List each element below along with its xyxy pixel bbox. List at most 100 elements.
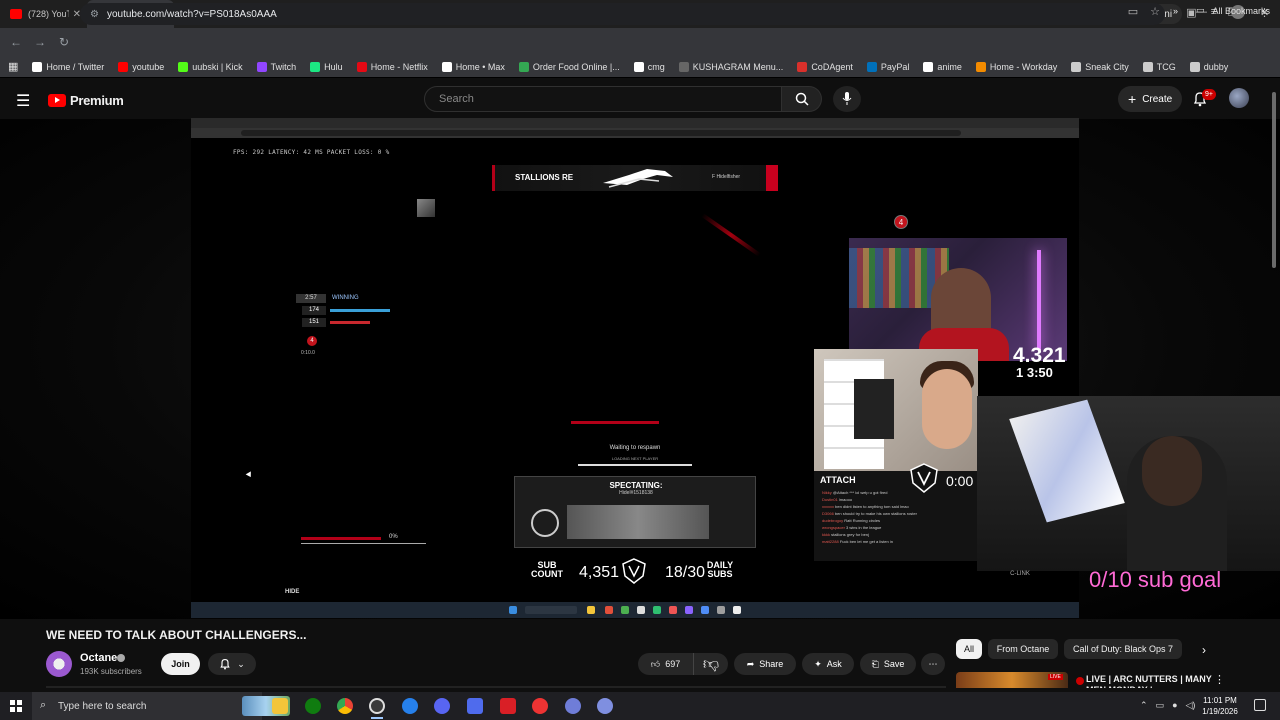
apps-grid-icon[interactable]: ▦ — [8, 60, 18, 73]
fps-readout: FPS: 292 LATENCY: 42 MS PACKET LOSS: 0 % — [233, 149, 390, 156]
all-bookmarks-link[interactable]: All Bookmarks — [1212, 6, 1270, 16]
subscription-bell-button[interactable]: ⌄ — [208, 653, 256, 675]
like-button[interactable]: 👍︎ 697 — [638, 653, 694, 675]
taskbar-search-input[interactable]: ⌕ Type here to search — [32, 692, 290, 720]
chip-black-ops-7[interactable]: Call of Duty: Black Ops 7 — [1064, 639, 1182, 659]
horizontal-scrollbar[interactable] — [46, 686, 946, 688]
sub-count-label: SUB COUNT — [531, 560, 563, 579]
network-icon[interactable]: ▭ — [1156, 700, 1165, 711]
channel-name[interactable]: Octane — [80, 652, 117, 664]
voice-search-button[interactable] — [833, 86, 861, 112]
search-input[interactable]: Search — [424, 86, 782, 112]
discord-icon[interactable] — [434, 698, 450, 714]
chat-line: matt2288 Fuck ben let me get a listen in — [822, 538, 974, 545]
account-avatar[interactable] — [1229, 88, 1249, 108]
bookmark-item[interactable]: Order Food Online |... — [518, 61, 620, 72]
bookmark-item[interactable]: Home / Twitter — [32, 61, 104, 72]
gamepad-app-icon[interactable] — [467, 698, 483, 714]
more-actions-button[interactable]: ⋯ — [921, 653, 945, 675]
bookmark-item[interactable]: uubski | Kick — [178, 61, 243, 72]
score-red-bar — [330, 321, 370, 324]
cast-icon[interactable]: ▭ — [1128, 5, 1138, 18]
mic-tray-icon[interactable]: ● — [1172, 700, 1177, 711]
bookmark-favicon-icon — [866, 61, 877, 72]
share-button[interactable]: ➦ Share — [734, 653, 796, 675]
thumbs-up-icon: 👍︎ — [650, 658, 661, 669]
page-scrollbar[interactable] — [1272, 92, 1276, 268]
clock-time: 11:01 PM — [1203, 696, 1237, 705]
chrome-icon[interactable] — [337, 698, 353, 714]
search-button[interactable] — [782, 86, 822, 112]
bookmark-item[interactable]: cmg — [633, 61, 665, 72]
chip-all[interactable]: All — [956, 639, 982, 659]
ask-button[interactable]: ✦ Ask — [802, 653, 854, 675]
bookmark-star-icon[interactable]: ☆ — [1150, 5, 1160, 18]
chevron-right-icon[interactable]: › — [1202, 643, 1206, 657]
bookmark-item[interactable]: Home - Workday — [975, 61, 1057, 72]
app-icon-9[interactable] — [565, 698, 581, 714]
sparkle-icon: ✦ — [814, 658, 822, 669]
hide-label: HIDE — [285, 589, 300, 595]
adobe-icon[interactable] — [500, 698, 516, 714]
reload-icon[interactable]: ↻ — [52, 35, 76, 49]
file-explorer-icon[interactable] — [272, 698, 288, 714]
bookmark-item[interactable]: Twitch — [256, 61, 296, 72]
obs-icon[interactable] — [369, 698, 385, 714]
app-icon-10[interactable] — [597, 698, 613, 714]
team-name: STALLIONS RE — [515, 173, 574, 182]
back-icon[interactable]: ← — [4, 35, 28, 49]
bookmark-item[interactable]: PayPal — [866, 61, 909, 72]
bookmarks-overflow-icon[interactable]: » — [1173, 6, 1178, 16]
bookmark-item[interactable]: Hulu — [310, 61, 343, 72]
dislike-button[interactable]: 👎︎ — [694, 653, 728, 675]
media-player-icon[interactable] — [532, 698, 548, 714]
save-button[interactable]: ⎗ Save — [860, 653, 916, 675]
forward-icon[interactable]: → — [28, 35, 52, 49]
respawn-subtext: LOADING NEXT PLAYER — [611, 456, 659, 461]
bookmark-favicon-icon — [633, 61, 644, 72]
bookmark-item[interactable]: CoDAgent — [797, 61, 853, 72]
bookmark-label: Home • Max — [455, 61, 505, 72]
bookmark-favicon-icon — [1071, 61, 1082, 72]
bookmark-item[interactable]: TCG — [1142, 61, 1176, 72]
chip-from-octane[interactable]: From Octane — [988, 639, 1058, 659]
bookmark-favicon-icon — [1142, 61, 1153, 72]
chat-text: ben didnt listen to anything tom said lm… — [835, 504, 909, 509]
ask-label: Ask — [826, 659, 842, 669]
bookmark-favicon-icon — [310, 61, 321, 72]
bookmark-item[interactable]: anime — [923, 61, 962, 72]
recommended-more-icon[interactable]: ⋮ — [1214, 673, 1225, 686]
browser-tab[interactable]: (728) YouTube✕ — [0, 0, 87, 28]
tray-chevron-icon[interactable]: ⌃ — [1140, 700, 1148, 711]
recommended-title[interactable]: LIVE | ARC NUTTERS | MANY MEN MONDAY | — [1076, 674, 1216, 688]
channel-avatar[interactable] — [46, 651, 72, 677]
youtube-play-icon — [48, 94, 66, 107]
webcam-streamer-1 — [849, 238, 1067, 361]
daily-subs-label: DAILY SUBS — [706, 560, 734, 579]
bookmark-item[interactable]: Sneak City — [1071, 61, 1129, 72]
xbox-icon[interactable] — [305, 698, 321, 714]
tab-title: (728) YouTube — [28, 9, 69, 19]
join-button[interactable]: Join — [161, 653, 200, 675]
url-field[interactable]: ⚙ youtube.com/watch?v=PS018As0AAA — [80, 3, 1165, 25]
objective-clock: 0:10.0 — [301, 350, 315, 356]
windows-start-icon[interactable] — [10, 700, 22, 712]
bookmark-item[interactable]: KUSHAGRAM Menu... — [678, 61, 783, 72]
bookmark-item[interactable]: Home • Max — [441, 61, 505, 72]
create-button[interactable]: + Create — [1118, 86, 1183, 112]
bookmark-label: Hulu — [324, 61, 343, 72]
site-info-icon[interactable]: ⚙ — [90, 9, 99, 20]
chat-text: 3 wins in the league — [846, 525, 882, 530]
chat-text: Ratt Running circles — [844, 518, 881, 523]
bookmark-item[interactable]: youtube — [118, 61, 164, 72]
bookmark-item[interactable]: dubby — [1189, 61, 1228, 72]
hamburger-menu-icon[interactable]: ☰ — [16, 91, 30, 111]
notification-center-icon[interactable] — [1254, 699, 1266, 711]
subscriber-count: 193K subscribers — [80, 667, 142, 676]
brand-label: Premium — [70, 93, 124, 108]
battlenet-icon[interactable] — [402, 698, 418, 714]
youtube-premium-logo[interactable]: Premium — [48, 93, 124, 108]
chat-username: dudebrogoy — [822, 518, 844, 523]
bookmark-item[interactable]: Home - Netflix — [356, 61, 428, 72]
taskbar-clock[interactable]: 11:01 PM 1/19/2026 — [1192, 695, 1248, 717]
